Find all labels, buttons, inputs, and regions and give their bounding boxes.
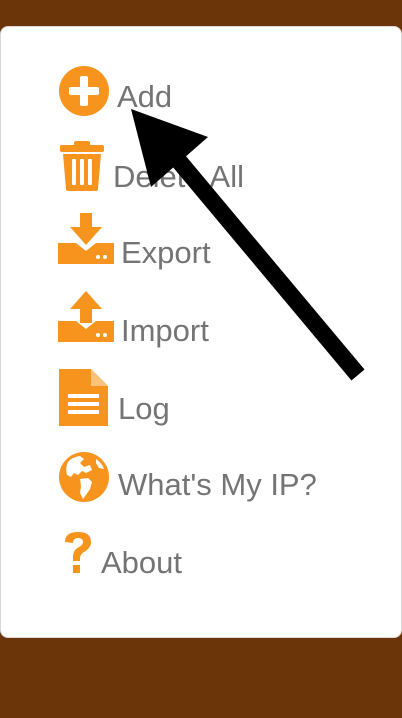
menu-item-label: Delete All xyxy=(113,159,244,194)
menu-item-label: What's My IP? xyxy=(118,467,317,502)
menu-item-log[interactable]: Log xyxy=(1,369,361,429)
menu-item-label: Export xyxy=(121,235,211,270)
globe-icon xyxy=(59,452,109,502)
menu-item-label: Import xyxy=(121,313,209,348)
download-tray-icon xyxy=(58,213,114,264)
document-icon xyxy=(59,369,108,426)
menu-item-delete-all[interactable]: Delete All xyxy=(1,141,361,201)
menu-item-label: About xyxy=(101,545,183,580)
menu-item-whats-my-ip[interactable]: What's My IP? xyxy=(1,451,361,511)
menu-item-export[interactable]: Export xyxy=(1,213,361,273)
question-mark-icon xyxy=(65,532,91,573)
plus-circle-icon xyxy=(59,66,109,116)
menu-item-add[interactable]: Add xyxy=(1,63,361,123)
trash-icon xyxy=(60,141,104,191)
menu-panel: Add Delete All Export Import Log What's … xyxy=(0,26,402,638)
menu-item-import[interactable]: Import xyxy=(1,291,361,351)
menu-item-label: Log xyxy=(118,391,170,426)
menu-item-about[interactable]: About xyxy=(1,531,361,591)
upload-tray-icon xyxy=(58,291,114,342)
menu-item-label: Add xyxy=(117,79,173,114)
